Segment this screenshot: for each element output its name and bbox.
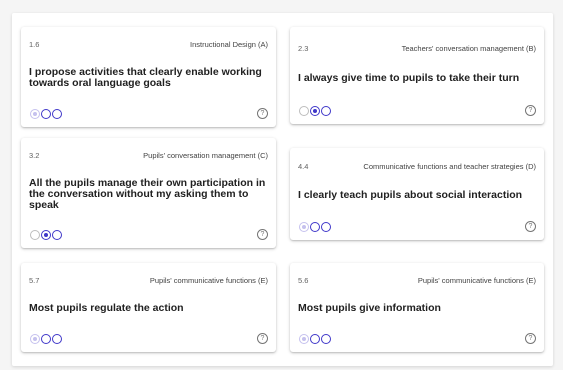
answer-radio-1[interactable] [299,334,309,344]
answer-radio-1[interactable] [30,109,40,119]
question-text: I clearly teach pupils about social inte… [298,189,523,201]
question-card-2-3: 2.3 Teachers' conversation management (B… [290,27,544,124]
help-icon[interactable]: ? [525,105,536,116]
answer-radio-group [30,109,62,119]
question-number: 1.6 [29,40,40,49]
question-number: 4.4 [298,162,309,171]
question-category: Communicative functions and teacher stra… [363,162,536,171]
answer-radio-3[interactable] [52,334,62,344]
answer-radio-2[interactable] [310,222,320,232]
answer-radio-group [299,334,331,344]
answer-radio-3[interactable] [321,222,331,232]
answer-radio-3[interactable] [52,109,62,119]
answer-radio-2[interactable] [41,334,51,344]
question-category: Pupils' conversation management (C) [143,151,268,160]
answer-radio-1[interactable] [30,334,40,344]
answer-radio-2[interactable] [310,106,320,116]
question-category: Teachers' conversation management (B) [401,44,536,53]
question-text: I propose activities that clearly enable… [29,66,262,89]
question-category: Pupils' communicative functions (E) [149,276,268,285]
help-icon[interactable]: ? [525,333,536,344]
question-card-4-4: 4.4 Communicative functions and teacher … [290,148,544,240]
question-text: Most pupils give information [298,302,441,314]
question-card-3-2: 3.2 Pupils' conversation management (C) … [21,138,276,248]
answer-radio-2[interactable] [41,230,51,240]
answer-radio-group [299,222,331,232]
question-category: Pupils' communicative functions (E) [417,276,536,285]
help-icon[interactable]: ? [257,108,268,119]
answer-radio-3[interactable] [321,334,331,344]
answer-radio-1[interactable] [299,106,309,116]
answer-radio-2[interactable] [310,334,320,344]
answer-radio-group [299,106,331,116]
question-number: 2.3 [298,44,309,53]
answer-radio-group [30,334,62,344]
question-text: All the pupils manage their own particip… [29,177,266,211]
answer-radio-group [30,230,62,240]
answer-radio-2[interactable] [41,109,51,119]
help-icon[interactable]: ? [257,333,268,344]
answer-radio-1[interactable] [30,230,40,240]
question-card-5-7: 5.7 Pupils' communicative functions (E) … [21,263,276,352]
question-text: Most pupils regulate the action [29,302,184,314]
help-icon[interactable]: ? [257,229,268,240]
question-number: 5.7 [29,276,40,285]
question-card-1-6: 1.6 Instructional Design (A) I propose a… [21,27,276,127]
question-card-5-6: 5.6 Pupils' communicative functions (E) … [290,263,544,352]
question-text: I always give time to pupils to take the… [298,72,520,84]
help-icon[interactable]: ? [525,221,536,232]
question-number: 5.6 [298,276,309,285]
question-number: 3.2 [29,151,40,160]
answer-radio-3[interactable] [52,230,62,240]
question-category: Instructional Design (A) [190,40,268,49]
answer-radio-3[interactable] [321,106,331,116]
answer-radio-1[interactable] [299,222,309,232]
